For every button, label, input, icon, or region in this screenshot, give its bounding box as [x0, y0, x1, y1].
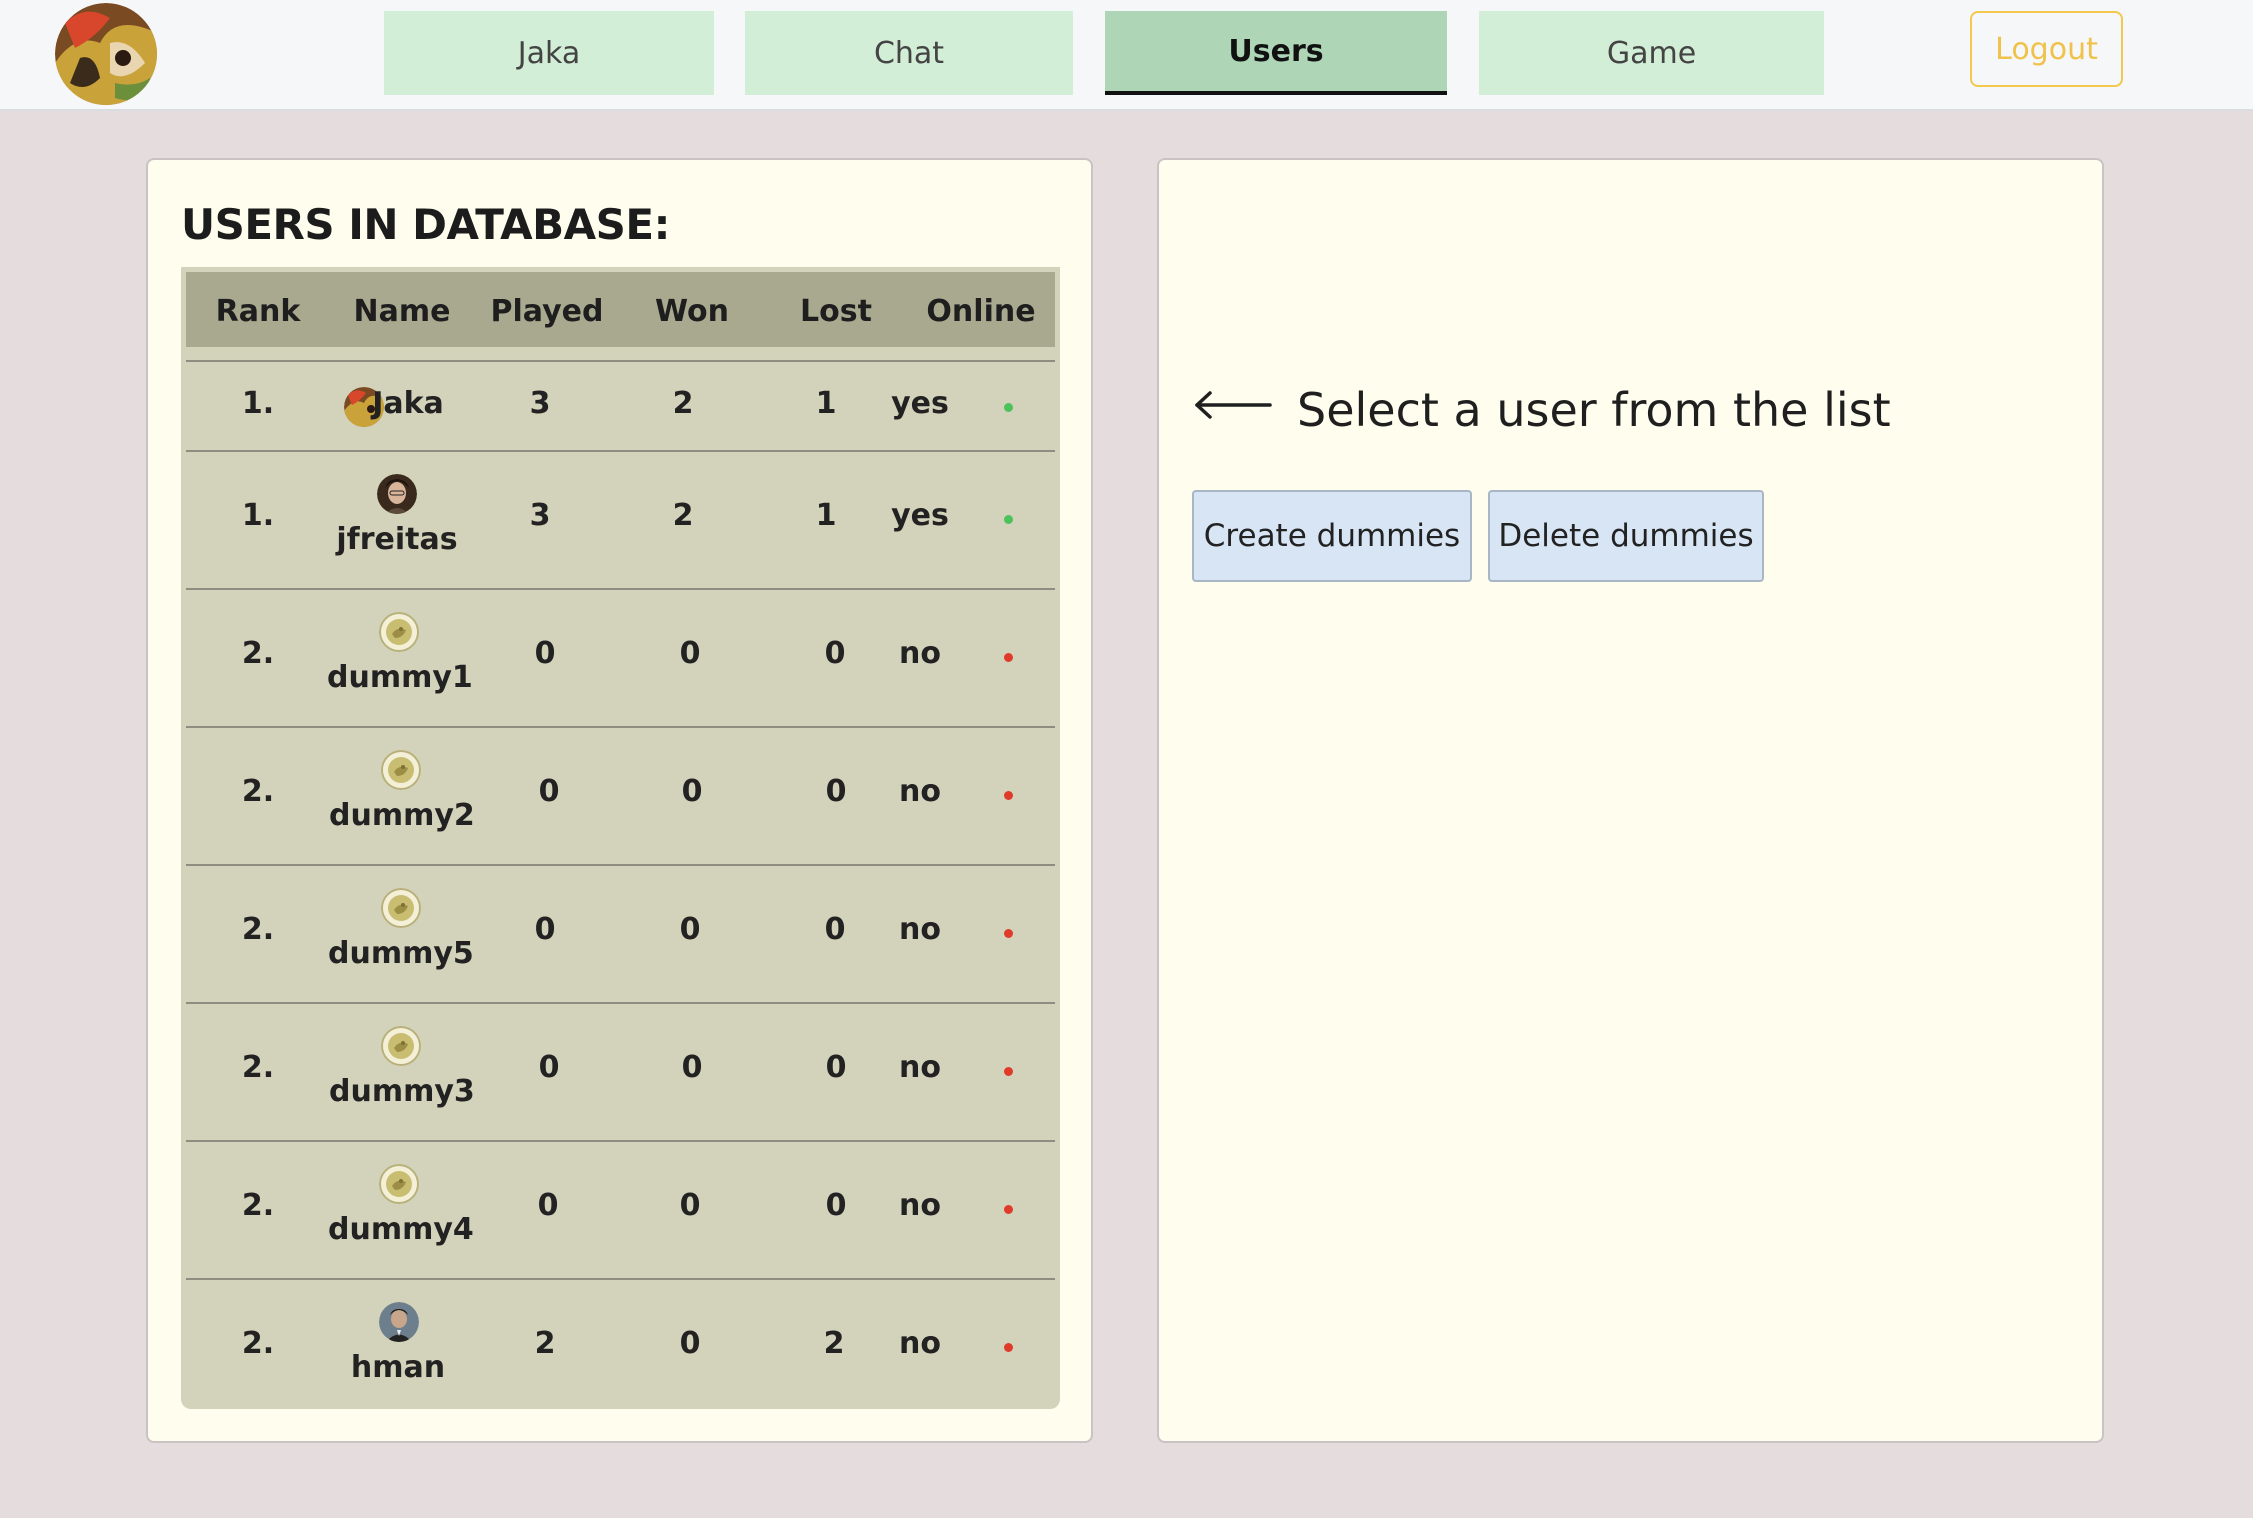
dummy-coin-icon	[379, 612, 419, 652]
table-row[interactable]: 2. dummy5 0 0 0 no	[186, 864, 1055, 1002]
column-header-played[interactable]: Played	[475, 294, 619, 329]
table-row[interactable]: 1. jfreitas 3 2 1 yes	[186, 450, 1055, 588]
played-cell: 3	[529, 386, 551, 421]
name-cell: Jaka	[372, 386, 444, 421]
nav-tab-chat[interactable]: Chat	[745, 11, 1073, 95]
won-cell: 0	[681, 774, 703, 809]
online-cell: no	[899, 1050, 941, 1085]
played-cell: 0	[534, 636, 556, 671]
users-panel-title: USERS IN DATABASE:	[181, 200, 670, 249]
table-row[interactable]: 2. dummy2 0 0 0 no	[186, 726, 1055, 864]
dummy-coin-icon	[381, 1026, 421, 1066]
offline-status-dot	[1004, 653, 1013, 662]
table-row[interactable]: 2. hman 2 0 2 no	[186, 1278, 1055, 1409]
name-cell: dummy5	[328, 936, 474, 971]
won-cell: 0	[679, 1188, 701, 1223]
online-cell: no	[899, 1188, 941, 1223]
app-logo-icon[interactable]	[55, 3, 157, 105]
column-header-online[interactable]: Online	[909, 294, 1053, 329]
select-user-hint: Select a user from the list	[1297, 383, 1891, 437]
user-detail-panel: Select a user from the list Create dummi…	[1157, 158, 2104, 1443]
offline-status-dot	[1004, 791, 1013, 800]
table-header-row: Rank Name Played Won Lost Online	[186, 272, 1055, 347]
nav-tab-game[interactable]: Game	[1479, 11, 1824, 95]
won-cell: 0	[679, 636, 701, 671]
played-cell: 2	[534, 1326, 556, 1361]
online-cell: no	[899, 774, 941, 809]
played-cell: 0	[537, 1188, 559, 1223]
online-status-dot	[1004, 515, 1013, 524]
table-row[interactable]: 1. Jaka 3 2 1 yes	[186, 360, 1055, 450]
won-cell: 2	[672, 386, 694, 421]
won-cell: 0	[681, 1050, 703, 1085]
rank-cell: 2.	[241, 774, 275, 809]
rank-cell: 2.	[241, 1326, 275, 1361]
online-cell: no	[899, 912, 941, 947]
online-cell: yes	[891, 386, 949, 421]
played-cell: 0	[534, 912, 556, 947]
arrow-left-icon	[1195, 391, 1272, 419]
offline-status-dot	[1004, 929, 1013, 938]
column-header-rank[interactable]: Rank	[186, 294, 330, 329]
create-dummies-button[interactable]: Create dummies	[1192, 490, 1472, 582]
rank-cell: 2.	[241, 636, 275, 671]
nav-tab-jaka[interactable]: Jaka	[384, 11, 714, 95]
offline-status-dot	[1004, 1205, 1013, 1214]
won-cell: 0	[679, 912, 701, 947]
rank-cell: 1.	[241, 498, 275, 533]
played-cell: 0	[538, 1050, 560, 1085]
name-cell: dummy1	[327, 660, 473, 695]
rank-cell: 2.	[241, 1050, 275, 1085]
table-row[interactable]: 2. dummy3 0 0 0 no	[186, 1002, 1055, 1140]
nav-tab-users[interactable]: Users	[1105, 11, 1447, 95]
name-cell: hman	[350, 1350, 446, 1385]
user-photo-icon	[379, 1302, 419, 1342]
online-cell: yes	[891, 498, 949, 533]
online-status-dot	[1004, 403, 1013, 412]
online-cell: no	[899, 636, 941, 671]
column-header-won[interactable]: Won	[620, 294, 764, 329]
name-cell: dummy3	[329, 1074, 475, 1109]
name-cell: dummy4	[328, 1212, 474, 1247]
rank-cell: 1.	[241, 386, 275, 421]
won-cell: 2	[672, 498, 694, 533]
delete-dummies-button[interactable]: Delete dummies	[1488, 490, 1764, 582]
dummy-coin-icon	[379, 1164, 419, 1204]
user-photo-icon	[377, 474, 417, 514]
users-panel: USERS IN DATABASE: Rank Name Played Won …	[146, 158, 1093, 1443]
dummy-coin-icon	[381, 888, 421, 928]
played-cell: 3	[529, 498, 551, 533]
users-table: Rank Name Played Won Lost Online 1. Jaka…	[181, 267, 1060, 1409]
offline-status-dot	[1004, 1343, 1013, 1352]
column-header-name[interactable]: Name	[330, 294, 474, 329]
table-row[interactable]: 2. dummy4 0 0 0 no	[186, 1140, 1055, 1278]
rank-cell: 2.	[241, 1188, 275, 1223]
logout-button[interactable]: Logout	[1970, 11, 2123, 87]
rank-cell: 2.	[241, 912, 275, 947]
online-cell: no	[899, 1326, 941, 1361]
played-cell: 0	[538, 774, 560, 809]
won-cell: 0	[679, 1326, 701, 1361]
offline-status-dot	[1004, 1067, 1013, 1076]
table-row[interactable]: 2. dummy1 0 0 0 no	[186, 588, 1055, 726]
column-header-lost[interactable]: Lost	[764, 294, 908, 329]
name-cell: dummy2	[329, 798, 475, 833]
name-cell: jfreitas	[336, 522, 458, 557]
top-navigation-bar: Jaka Chat Users Game Logout	[0, 0, 2253, 111]
dummy-coin-icon	[381, 750, 421, 790]
